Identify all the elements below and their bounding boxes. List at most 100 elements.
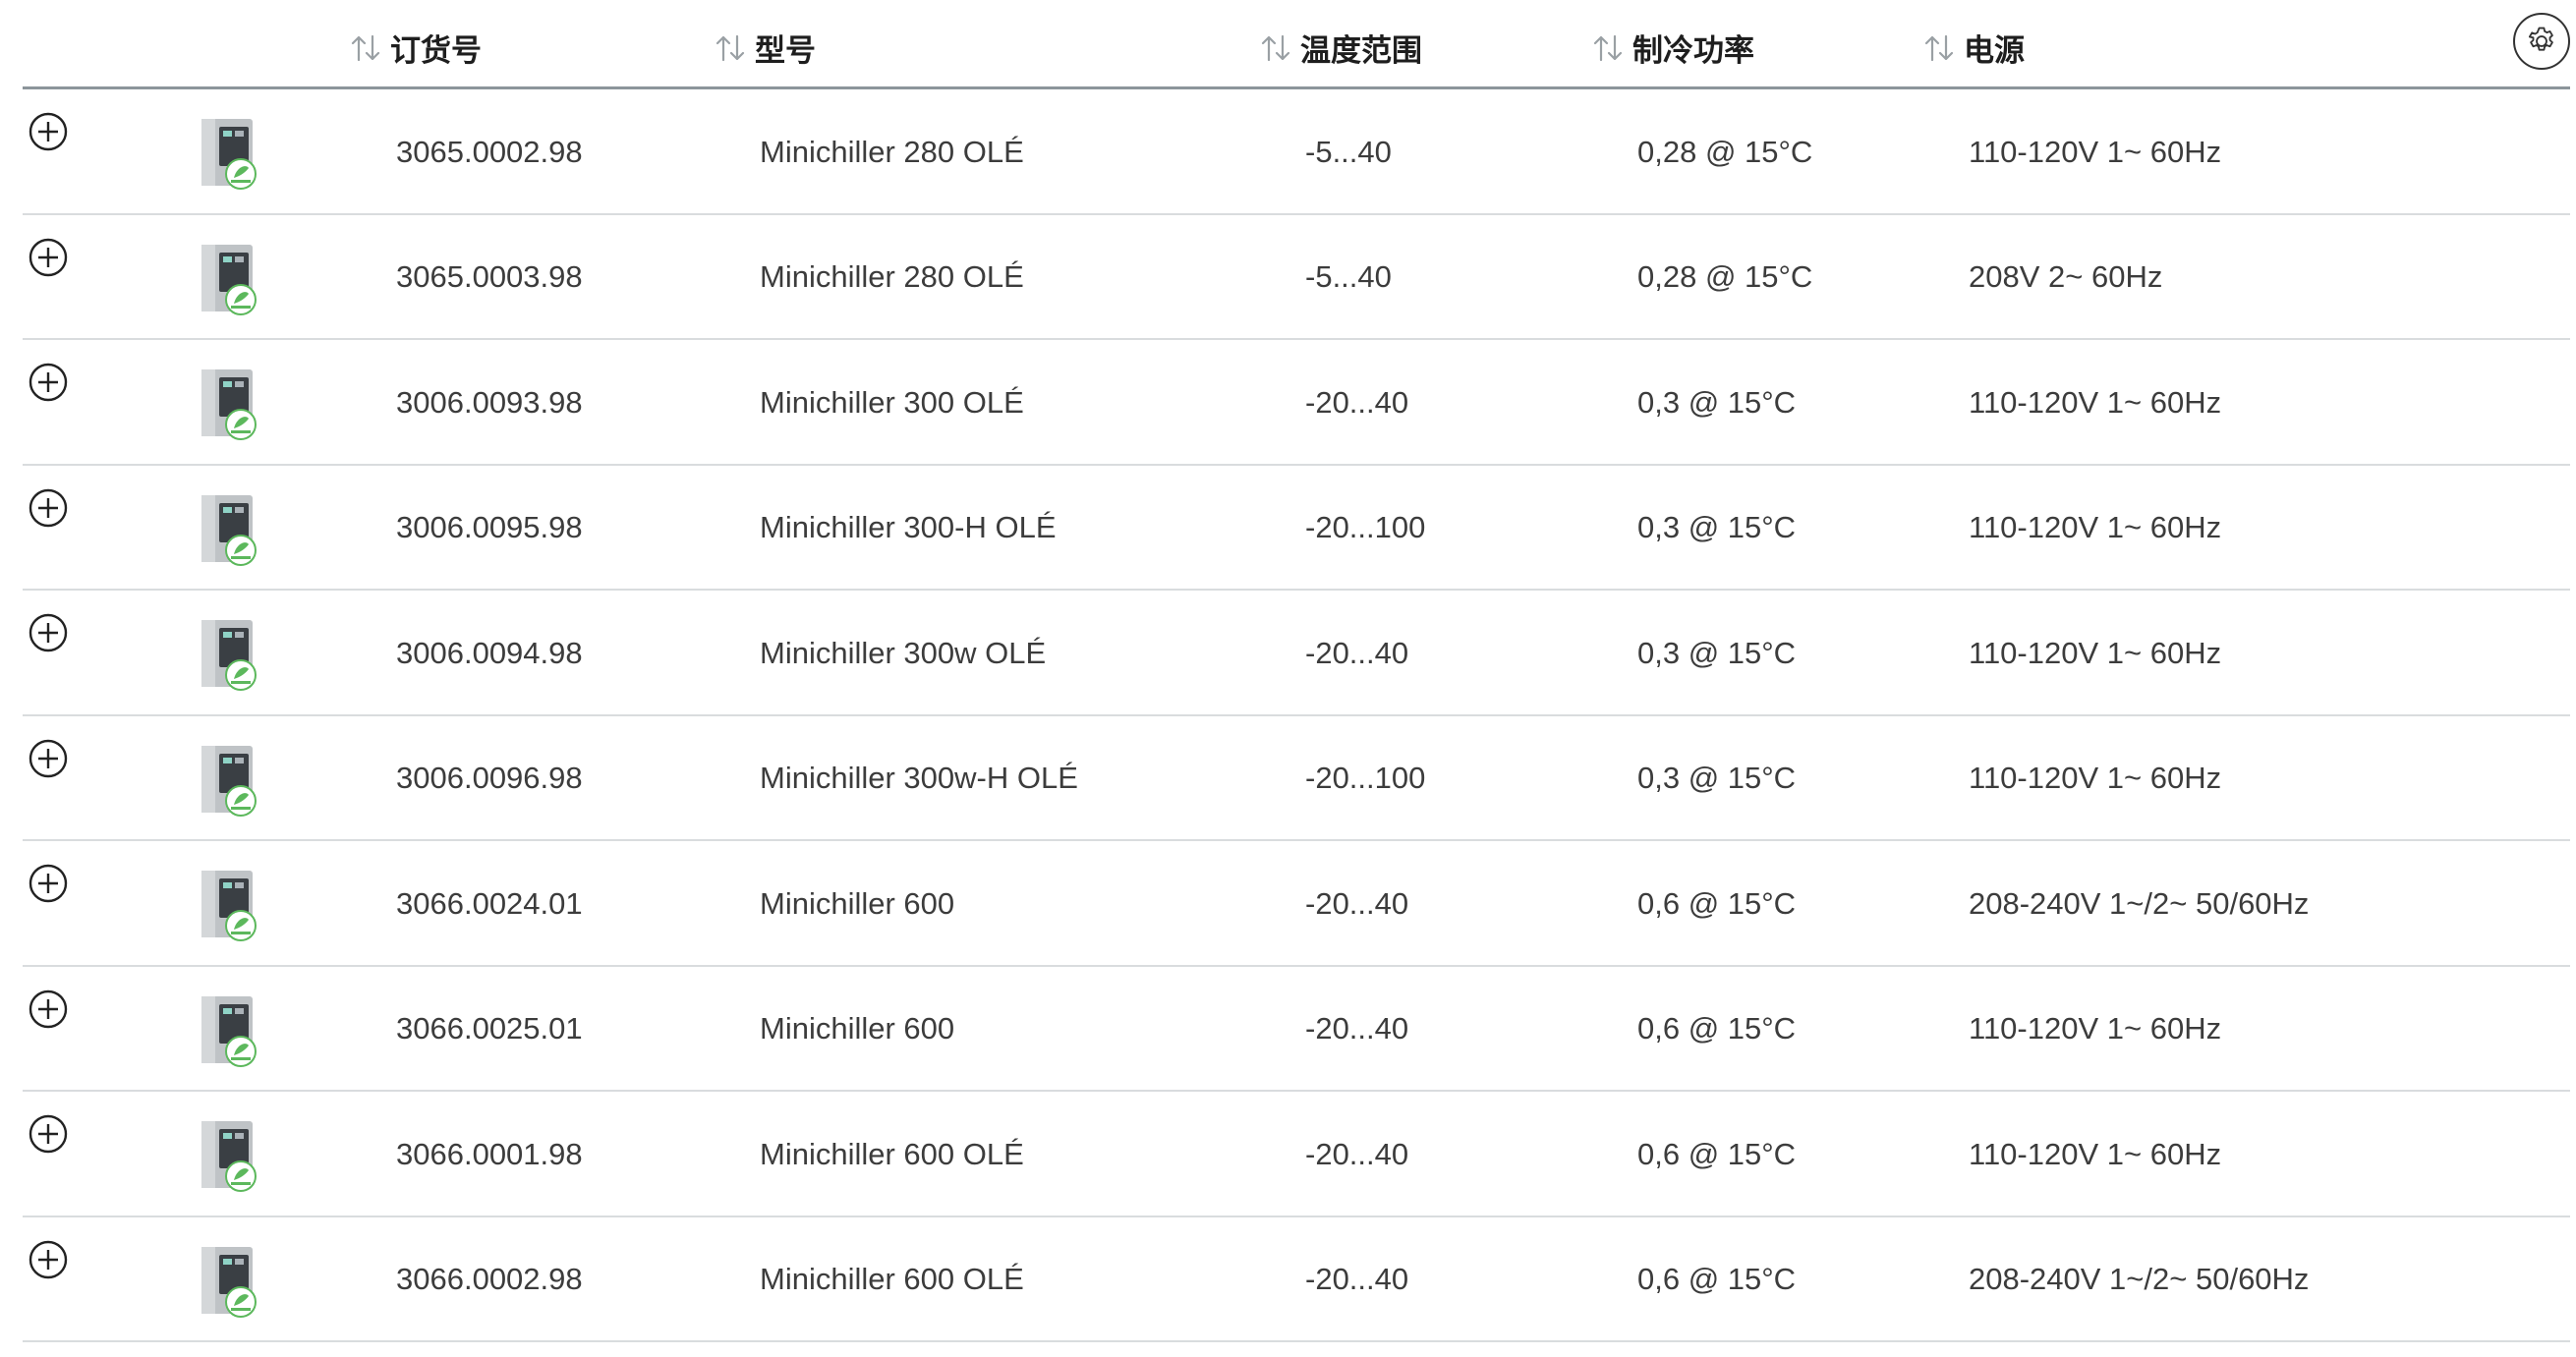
cooling-power: 0,3 @ 15°C	[1637, 635, 1797, 670]
temperature-range: -20...40	[1305, 384, 1409, 420]
power-supply: 110-120V 1~ 60Hz	[1969, 134, 2222, 169]
order-number: 3066.0024.01	[396, 885, 583, 921]
power-supply: 110-120V 1~ 60Hz	[1969, 1136, 2222, 1171]
sort-arrows-icon[interactable]	[1922, 33, 1956, 63]
power-supply: 208-240V 1~/2~ 50/60Hz	[1969, 885, 2310, 921]
model-name: Minichiller 280 OLÉ	[760, 259, 1024, 294]
temperature-range: -20...100	[1305, 510, 1426, 544]
column-header-model[interactable]: 型号	[714, 26, 816, 70]
power-supply: 110-120V 1~ 60Hz	[1969, 761, 2222, 795]
table-body: 3065.0002.98 Minichiller 280 OLÉ -5...40…	[23, 89, 2570, 1342]
table-row: 3066.0002.98 Minichiller 600 OLÉ -20...4…	[23, 1217, 2570, 1342]
model-name: Minichiller 300-H OLÉ	[760, 510, 1057, 544]
table-header: 订货号 型号 温度范围 制冷功率 电源	[23, 0, 2570, 89]
sort-arrows-icon[interactable]	[1259, 33, 1292, 63]
table-row: 3066.0025.01 Minichiller 600 -20...40 0,…	[23, 967, 2570, 1092]
product-thumbnail	[201, 1246, 257, 1318]
plus-circle-icon[interactable]	[29, 989, 68, 1029]
order-number: 3065.0002.98	[396, 134, 583, 169]
column-label: 电源	[1964, 33, 2025, 68]
product-thumbnail	[201, 1121, 257, 1192]
cooling-power: 0,6 @ 15°C	[1637, 1136, 1797, 1171]
order-number: 3006.0093.98	[396, 384, 583, 420]
column-header-temp-range[interactable]: 温度范围	[1259, 26, 1422, 70]
product-thumbnail	[201, 494, 257, 566]
plus-circle-icon[interactable]	[29, 112, 68, 151]
column-header-cooling-power[interactable]: 制冷功率	[1591, 26, 1754, 70]
plus-circle-icon[interactable]	[29, 488, 68, 528]
product-thumbnail	[201, 745, 257, 817]
column-header-power-supply[interactable]: 电源	[1922, 26, 2025, 70]
order-number: 3006.0096.98	[396, 761, 583, 795]
plus-circle-icon[interactable]	[29, 613, 68, 652]
product-thumbnail	[201, 119, 257, 190]
plus-circle-icon[interactable]	[29, 864, 68, 903]
temperature-range: -20...40	[1305, 1136, 1409, 1171]
model-name: Minichiller 300 OLÉ	[760, 384, 1024, 420]
cooling-power: 0,3 @ 15°C	[1637, 384, 1797, 420]
model-name: Minichiller 300w-H OLÉ	[760, 761, 1078, 795]
table-row: 3065.0003.98 Minichiller 280 OLÉ -5...40…	[23, 215, 2570, 340]
temperature-range: -20...40	[1305, 635, 1409, 670]
sort-arrows-icon[interactable]	[1591, 33, 1625, 63]
product-thumbnail	[201, 369, 257, 440]
sort-arrows-icon[interactable]	[349, 33, 382, 63]
cooling-power: 0,28 @ 15°C	[1637, 259, 1813, 294]
cooling-power: 0,6 @ 15°C	[1637, 885, 1797, 921]
temperature-range: -20...40	[1305, 1011, 1409, 1046]
model-name: Minichiller 300w OLÉ	[760, 635, 1047, 670]
product-table: 订货号 型号 温度范围 制冷功率 电源 3065.0002.98 Minichi…	[23, 0, 2570, 1342]
order-number: 3066.0001.98	[396, 1136, 583, 1171]
table-row: 3066.0001.98 Minichiller 600 OLÉ -20...4…	[23, 1092, 2570, 1217]
cooling-power: 0,3 @ 15°C	[1637, 510, 1797, 544]
column-label: 制冷功率	[1632, 33, 1754, 68]
power-supply: 110-120V 1~ 60Hz	[1969, 1011, 2222, 1046]
product-thumbnail	[201, 871, 257, 941]
sort-arrows-icon[interactable]	[714, 33, 747, 63]
cooling-power: 0,28 @ 15°C	[1637, 134, 1813, 169]
plus-circle-icon[interactable]	[29, 739, 68, 778]
plus-circle-icon[interactable]	[29, 363, 68, 402]
plus-circle-icon[interactable]	[29, 238, 68, 277]
plus-circle-icon[interactable]	[29, 1240, 68, 1279]
model-name: Minichiller 600	[760, 885, 955, 921]
cooling-power: 0,6 @ 15°C	[1637, 1011, 1797, 1046]
table-row: 3066.0024.01 Minichiller 600 -20...40 0,…	[23, 841, 2570, 967]
table-row: 3006.0093.98 Minichiller 300 OLÉ -20...4…	[23, 340, 2570, 466]
temperature-range: -5...40	[1305, 259, 1392, 294]
temperature-range: -5...40	[1305, 134, 1392, 169]
temperature-range: -20...100	[1305, 761, 1426, 795]
column-label: 订货号	[390, 33, 482, 68]
cooling-power: 0,3 @ 15°C	[1637, 761, 1797, 795]
product-thumbnail	[201, 244, 257, 315]
power-supply: 208V 2~ 60Hz	[1969, 259, 2163, 294]
column-label: 温度范围	[1300, 33, 1422, 68]
temperature-range: -20...40	[1305, 1262, 1409, 1296]
temperature-range: -20...40	[1305, 885, 1409, 921]
plus-circle-icon[interactable]	[29, 1114, 68, 1154]
model-name: Minichiller 600	[760, 1011, 955, 1046]
model-name: Minichiller 280 OLÉ	[760, 134, 1024, 169]
order-number: 3065.0003.98	[396, 259, 583, 294]
power-supply: 110-120V 1~ 60Hz	[1969, 384, 2222, 420]
order-number: 3066.0025.01	[396, 1011, 583, 1046]
power-supply: 110-120V 1~ 60Hz	[1969, 635, 2222, 670]
table-row: 3006.0096.98 Minichiller 300w-H OLÉ -20.…	[23, 716, 2570, 841]
gear-icon	[2528, 27, 2553, 51]
order-number: 3066.0002.98	[396, 1262, 583, 1296]
table-settings-button[interactable]	[2513, 13, 2570, 70]
product-thumbnail	[201, 620, 257, 691]
cooling-power: 0,6 @ 15°C	[1637, 1262, 1797, 1296]
order-number: 3006.0095.98	[396, 510, 583, 544]
table-row: 3006.0095.98 Minichiller 300-H OLÉ -20..…	[23, 466, 2570, 591]
table-row: 3006.0094.98 Minichiller 300w OLÉ -20...…	[23, 591, 2570, 716]
product-thumbnail	[201, 995, 257, 1067]
model-name: Minichiller 600 OLÉ	[760, 1262, 1024, 1296]
power-supply: 110-120V 1~ 60Hz	[1969, 510, 2222, 544]
column-header-order-no[interactable]: 订货号	[349, 26, 482, 70]
model-name: Minichiller 600 OLÉ	[760, 1136, 1024, 1171]
power-supply: 208-240V 1~/2~ 50/60Hz	[1969, 1262, 2310, 1296]
order-number: 3006.0094.98	[396, 635, 583, 670]
column-label: 型号	[755, 33, 816, 68]
table-row: 3065.0002.98 Minichiller 280 OLÉ -5...40…	[23, 89, 2570, 215]
